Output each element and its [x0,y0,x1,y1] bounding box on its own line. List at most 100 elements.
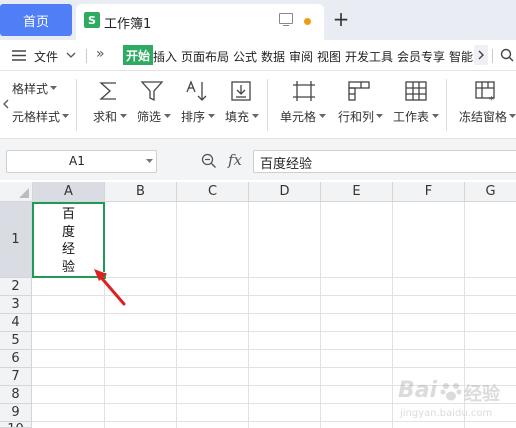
tab-member[interactable]: 会员专享 [397,48,445,65]
tab-view[interactable]: 视图 [317,48,341,65]
spreadsheet-logo-icon: S [84,12,100,28]
dropdown-arrow-icon[interactable] [146,159,153,164]
chevron-down-icon[interactable] [66,52,76,59]
tab-review[interactable]: 审阅 [289,48,313,65]
baidu-watermark: Bai 经验 jingyan.baidu.com [398,378,516,428]
grid-line [32,331,516,332]
ribbon-divider [446,79,447,131]
column-header-c[interactable]: C [177,182,249,202]
cell-a1-char: 经 [61,242,75,257]
row-header-2[interactable]: 2 [0,278,32,296]
grid-line [32,349,516,350]
row-header-3[interactable]: 3 [0,296,32,314]
row-header-4[interactable]: 4 [0,314,32,332]
formula-value: 百度经验 [260,157,313,172]
tab-page-layout[interactable]: 页面布局 [181,48,229,65]
spreadsheet-grid: A B C D E F G 1 2 3 4 5 6 7 8 9 10 百 度 经… [0,182,516,428]
dropdown-arrow-icon [62,114,69,118]
search-icon[interactable] [500,48,514,62]
cell-a1-char: 度 [61,224,75,240]
corner-triangle-icon [19,188,29,198]
row-header-7[interactable]: 7 [0,368,32,386]
filter-icon[interactable] [140,80,164,102]
column-header-d[interactable]: D [249,182,321,202]
ribbon-divider [267,79,268,131]
more-tabs-chevron-icon[interactable]: » [96,46,105,62]
sum-icon[interactable] [98,80,120,102]
row-header-9[interactable]: 9 [0,404,32,422]
row-header-6[interactable]: 6 [0,350,32,368]
scroll-tabs-right-button[interactable] [474,45,488,65]
rows-columns-button[interactable]: 行和列 [338,108,374,125]
row-header-5[interactable]: 5 [0,332,32,350]
new-tab-button[interactable]: + [330,7,352,31]
cell-button[interactable]: 单元格 [280,108,316,125]
unsaved-dot-icon [304,18,311,25]
column-header-a[interactable]: A [33,182,105,202]
column-header-b[interactable]: B [105,182,177,202]
row-header-10[interactable]: 10 [0,422,32,428]
title-bar: 首页 S 工作簿1 + [0,0,516,40]
column-header-e[interactable]: E [321,182,393,202]
ribbon-toolbar: 格样式 元格样式 求和 筛选 排序 填充 单元格 行和列 工作表 * 冻结窗格 [0,71,516,139]
cell-style-button[interactable]: 格样式 [12,80,48,97]
fx-icon[interactable]: fx [228,151,242,169]
ribbon-divider [76,79,77,131]
dropdown-arrow-icon [319,114,326,118]
document-tab[interactable]: S 工作簿1 [76,4,324,40]
chevron-left-icon[interactable] [2,99,10,109]
dropdown-arrow-icon [432,114,439,118]
hamburger-menu-icon[interactable] [12,50,26,61]
watermark-brand: Bai [398,378,438,403]
worksheet-button[interactable]: 工作表 [393,108,429,125]
fill-icon[interactable] [230,80,252,102]
watermark-url: jingyan.baidu.com [400,408,493,419]
tab-data[interactable]: 数据 [261,48,285,65]
sort-icon[interactable] [185,80,209,102]
menu-divider [86,49,87,63]
zoom-icon[interactable] [201,153,217,169]
tab-smart[interactable]: 智能 [449,48,473,65]
paw-logo-icon [440,383,462,401]
column-header-f[interactable]: F [393,182,465,202]
rows-columns-icon[interactable] [347,80,371,102]
fill-button[interactable]: 填充 [225,108,249,125]
dropdown-arrow-icon [509,114,516,118]
home-tab[interactable]: 首页 [0,4,72,36]
watermark-brand-tail: 经验 [464,384,500,405]
cell-a1-char: 百 [61,207,75,222]
chevron-right-icon [478,50,484,60]
grid-line [320,202,321,428]
tab-developer[interactable]: 开发工具 [345,48,393,65]
filter-button[interactable]: 筛选 [137,108,161,125]
dropdown-arrow-icon [50,86,57,90]
sum-button[interactable]: 求和 [93,108,117,125]
worksheet-icon[interactable] [404,80,428,102]
file-menu[interactable]: 文件 [34,48,58,65]
freeze-panes-icon[interactable]: * [474,80,500,104]
row-header-8[interactable]: 8 [0,386,32,404]
grid-line [32,313,516,314]
menu-divider [492,49,493,63]
svg-text:*: * [489,95,494,104]
dropdown-arrow-icon [208,114,215,118]
cell-icon[interactable] [292,80,316,102]
select-all-corner[interactable] [0,182,33,202]
row-header-1[interactable]: 1 [0,202,32,278]
dropdown-arrow-icon [252,114,259,118]
tab-insert[interactable]: 插入 [153,48,177,65]
column-header-g[interactable]: G [465,182,516,202]
tab-formula[interactable]: 公式 [233,48,257,65]
grid-line [176,202,177,428]
sort-button[interactable]: 排序 [181,108,205,125]
name-box[interactable]: A1 [6,150,157,173]
freeze-panes-button[interactable]: 冻结窗格 [459,108,507,125]
formula-input[interactable]: 百度经验 [253,150,516,173]
monitor-icon[interactable] [279,13,293,26]
grid-line [392,202,393,428]
cell-format-button[interactable]: 元格样式 [12,108,60,125]
dropdown-arrow-icon [164,114,171,118]
grid-line [248,202,249,428]
document-title: 工作簿1 [104,17,152,32]
tab-start[interactable]: 开始 [123,45,154,65]
